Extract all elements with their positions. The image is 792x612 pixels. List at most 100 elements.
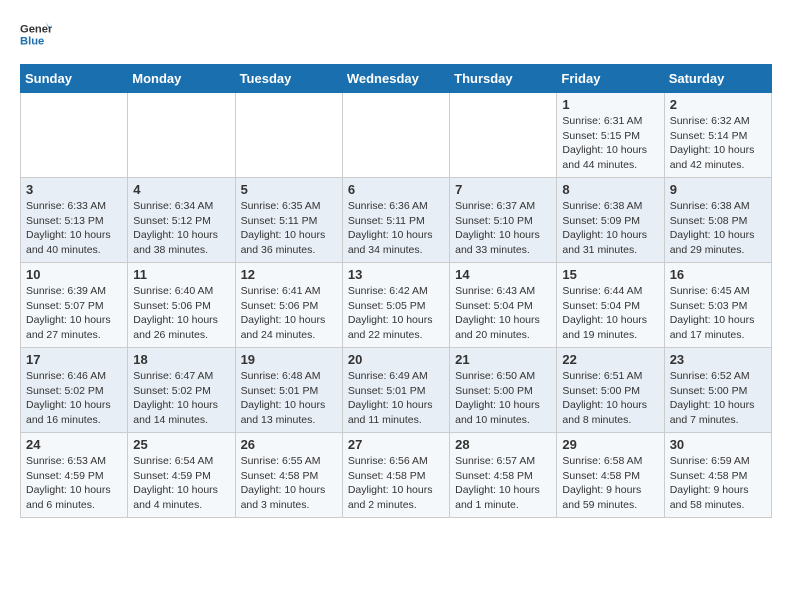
calendar-cell: 16 Sunrise: 6:45 AMSunset: 5:03 PMDayligh… bbox=[664, 263, 771, 348]
calendar-cell: 22 Sunrise: 6:51 AMSunset: 5:00 PMDayligh… bbox=[557, 348, 664, 433]
day-number: 20 bbox=[348, 352, 444, 367]
calendar-body: 1Sunrise: 6:31 AMSunset: 5:15 PMDaylight… bbox=[21, 93, 772, 518]
logo: General Blue bbox=[20, 20, 46, 48]
day-info: Sunrise: 6:45 AMSunset: 5:03 PMDaylight:… bbox=[670, 284, 766, 343]
day-number: 15 bbox=[562, 267, 658, 282]
day-info: Sunrise: 6:54 AMSunset: 4:59 PMDaylight:… bbox=[133, 454, 229, 513]
logo-icon: General Blue bbox=[20, 20, 52, 48]
day-info: Sunrise: 6:53 AMSunset: 4:59 PMDaylight:… bbox=[26, 454, 122, 513]
day-info: Sunrise: 6:43 AMSunset: 5:04 PMDaylight:… bbox=[455, 284, 551, 343]
day-info: Sunrise: 6:52 AMSunset: 5:00 PMDaylight:… bbox=[670, 369, 766, 428]
calendar-cell: 14 Sunrise: 6:43 AMSunset: 5:04 PMDayligh… bbox=[450, 263, 557, 348]
day-number: 7 bbox=[455, 182, 551, 197]
calendar-cell: 15 Sunrise: 6:44 AMSunset: 5:04 PMDayligh… bbox=[557, 263, 664, 348]
day-info: Sunrise: 6:33 AMSunset: 5:13 PMDaylight:… bbox=[26, 199, 122, 258]
calendar-cell: 23 Sunrise: 6:52 AMSunset: 5:00 PMDayligh… bbox=[664, 348, 771, 433]
calendar-header-thursday: Thursday bbox=[450, 65, 557, 93]
day-number: 6 bbox=[348, 182, 444, 197]
calendar-cell bbox=[235, 93, 342, 178]
day-info: Sunrise: 6:40 AMSunset: 5:06 PMDaylight:… bbox=[133, 284, 229, 343]
calendar-cell: 17Sunrise: 6:46 AMSunset: 5:02 PMDayligh… bbox=[21, 348, 128, 433]
calendar-cell: 1Sunrise: 6:31 AMSunset: 5:15 PMDaylight… bbox=[557, 93, 664, 178]
calendar-cell bbox=[21, 93, 128, 178]
day-info: Sunrise: 6:39 AMSunset: 5:07 PMDaylight:… bbox=[26, 284, 122, 343]
calendar-header-tuesday: Tuesday bbox=[235, 65, 342, 93]
day-number: 25 bbox=[133, 437, 229, 452]
day-number: 12 bbox=[241, 267, 337, 282]
calendar-cell: 25 Sunrise: 6:54 AMSunset: 4:59 PMDayligh… bbox=[128, 433, 235, 518]
calendar-cell: 12 Sunrise: 6:41 AMSunset: 5:06 PMDayligh… bbox=[235, 263, 342, 348]
day-info: Sunrise: 6:47 AMSunset: 5:02 PMDaylight:… bbox=[133, 369, 229, 428]
day-number: 5 bbox=[241, 182, 337, 197]
day-number: 23 bbox=[670, 352, 766, 367]
calendar-cell: 29 Sunrise: 6:58 AMSunset: 4:58 PMDayligh… bbox=[557, 433, 664, 518]
day-number: 22 bbox=[562, 352, 658, 367]
day-info: Sunrise: 6:50 AMSunset: 5:00 PMDaylight:… bbox=[455, 369, 551, 428]
day-number: 29 bbox=[562, 437, 658, 452]
day-number: 2 bbox=[670, 97, 766, 112]
day-info: Sunrise: 6:51 AMSunset: 5:00 PMDaylight:… bbox=[562, 369, 658, 428]
svg-text:Blue: Blue bbox=[20, 35, 44, 47]
calendar-cell: 10 Sunrise: 6:39 AMSunset: 5:07 PMDayligh… bbox=[21, 263, 128, 348]
calendar-header-monday: Monday bbox=[128, 65, 235, 93]
calendar-cell: 18Sunrise: 6:47 AMSunset: 5:02 PMDayligh… bbox=[128, 348, 235, 433]
calendar-cell: 6 Sunrise: 6:36 AMSunset: 5:11 PMDaylight… bbox=[342, 178, 449, 263]
calendar-header-wednesday: Wednesday bbox=[342, 65, 449, 93]
day-number: 19 bbox=[241, 352, 337, 367]
calendar-cell: 4Sunrise: 6:34 AMSunset: 5:12 PMDaylight… bbox=[128, 178, 235, 263]
calendar-cell: 3 Sunrise: 6:33 AMSunset: 5:13 PMDaylight… bbox=[21, 178, 128, 263]
day-number: 24 bbox=[26, 437, 122, 452]
day-info: Sunrise: 6:32 AMSunset: 5:14 PMDaylight:… bbox=[670, 114, 766, 173]
day-number: 8 bbox=[562, 182, 658, 197]
day-info: Sunrise: 6:37 AMSunset: 5:10 PMDaylight:… bbox=[455, 199, 551, 258]
day-number: 3 bbox=[26, 182, 122, 197]
calendar-cell: 11 Sunrise: 6:40 AMSunset: 5:06 PMDayligh… bbox=[128, 263, 235, 348]
day-info: Sunrise: 6:44 AMSunset: 5:04 PMDaylight:… bbox=[562, 284, 658, 343]
day-number: 16 bbox=[670, 267, 766, 282]
day-info: Sunrise: 6:42 AMSunset: 5:05 PMDaylight:… bbox=[348, 284, 444, 343]
day-number: 30 bbox=[670, 437, 766, 452]
calendar-cell: 19 Sunrise: 6:48 AMSunset: 5:01 PMDayligh… bbox=[235, 348, 342, 433]
calendar-cell bbox=[342, 93, 449, 178]
calendar-cell: 8Sunrise: 6:38 AMSunset: 5:09 PMDaylight… bbox=[557, 178, 664, 263]
day-info: Sunrise: 6:56 AMSunset: 4:58 PMDaylight:… bbox=[348, 454, 444, 513]
calendar-cell: 7 Sunrise: 6:37 AMSunset: 5:10 PMDaylight… bbox=[450, 178, 557, 263]
day-number: 27 bbox=[348, 437, 444, 452]
calendar-cell bbox=[128, 93, 235, 178]
day-number: 11 bbox=[133, 267, 229, 282]
calendar-cell bbox=[450, 93, 557, 178]
day-info: Sunrise: 6:48 AMSunset: 5:01 PMDaylight:… bbox=[241, 369, 337, 428]
day-number: 4 bbox=[133, 182, 229, 197]
calendar-cell: 24 Sunrise: 6:53 AMSunset: 4:59 PMDayligh… bbox=[21, 433, 128, 518]
calendar-header-row: SundayMondayTuesdayWednesdayThursdayFrid… bbox=[21, 65, 772, 93]
svg-text:General: General bbox=[20, 23, 52, 35]
calendar-cell: 30 Sunrise: 6:59 AMSunset: 4:58 PMDayligh… bbox=[664, 433, 771, 518]
day-number: 10 bbox=[26, 267, 122, 282]
day-info: Sunrise: 6:31 AMSunset: 5:15 PMDaylight:… bbox=[562, 114, 658, 173]
calendar-header-sunday: Sunday bbox=[21, 65, 128, 93]
day-number: 26 bbox=[241, 437, 337, 452]
calendar-cell: 9 Sunrise: 6:38 AMSunset: 5:08 PMDaylight… bbox=[664, 178, 771, 263]
calendar-cell: 13 Sunrise: 6:42 AMSunset: 5:05 PMDayligh… bbox=[342, 263, 449, 348]
day-info: Sunrise: 6:58 AMSunset: 4:58 PMDaylight:… bbox=[562, 454, 658, 513]
day-info: Sunrise: 6:55 AMSunset: 4:58 PMDaylight:… bbox=[241, 454, 337, 513]
day-info: Sunrise: 6:38 AMSunset: 5:08 PMDaylight:… bbox=[670, 199, 766, 258]
calendar-header-saturday: Saturday bbox=[664, 65, 771, 93]
day-info: Sunrise: 6:46 AMSunset: 5:02 PMDaylight:… bbox=[26, 369, 122, 428]
day-number: 14 bbox=[455, 267, 551, 282]
day-number: 21 bbox=[455, 352, 551, 367]
calendar-week-row: 24 Sunrise: 6:53 AMSunset: 4:59 PMDayligh… bbox=[21, 433, 772, 518]
calendar-week-row: 3 Sunrise: 6:33 AMSunset: 5:13 PMDaylight… bbox=[21, 178, 772, 263]
page-header: General Blue bbox=[20, 20, 772, 48]
day-number: 13 bbox=[348, 267, 444, 282]
day-info: Sunrise: 6:36 AMSunset: 5:11 PMDaylight:… bbox=[348, 199, 444, 258]
calendar-cell: 2 Sunrise: 6:32 AMSunset: 5:14 PMDaylight… bbox=[664, 93, 771, 178]
calendar-table: SundayMondayTuesdayWednesdayThursdayFrid… bbox=[20, 64, 772, 518]
calendar-week-row: 10 Sunrise: 6:39 AMSunset: 5:07 PMDayligh… bbox=[21, 263, 772, 348]
calendar-week-row: 1Sunrise: 6:31 AMSunset: 5:15 PMDaylight… bbox=[21, 93, 772, 178]
day-info: Sunrise: 6:41 AMSunset: 5:06 PMDaylight:… bbox=[241, 284, 337, 343]
day-number: 9 bbox=[670, 182, 766, 197]
day-info: Sunrise: 6:59 AMSunset: 4:58 PMDaylight:… bbox=[670, 454, 766, 513]
calendar-cell: 5Sunrise: 6:35 AMSunset: 5:11 PMDaylight… bbox=[235, 178, 342, 263]
calendar-cell: 27 Sunrise: 6:56 AMSunset: 4:58 PMDayligh… bbox=[342, 433, 449, 518]
